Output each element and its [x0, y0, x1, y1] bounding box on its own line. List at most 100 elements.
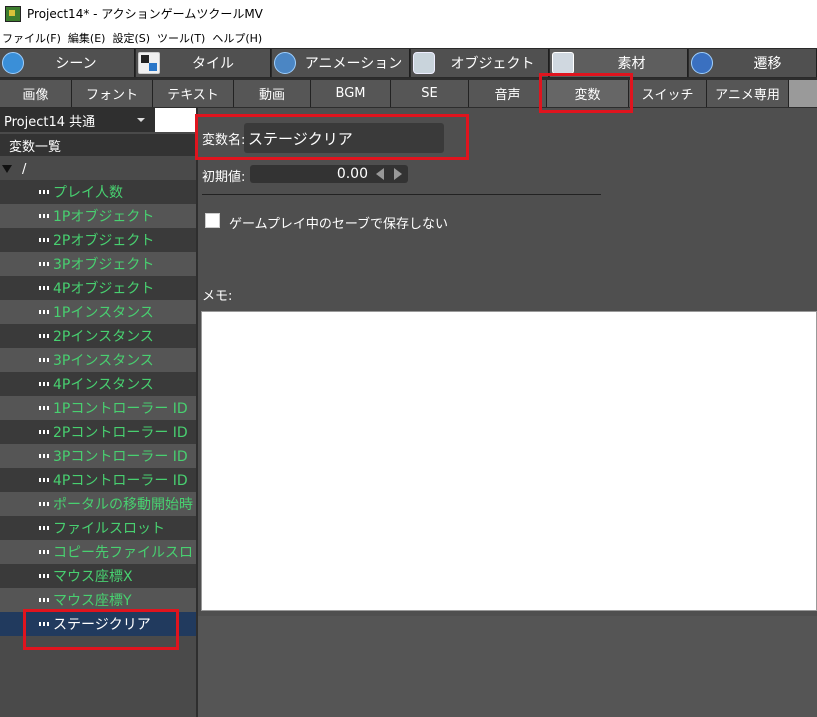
decrement-arrow-icon[interactable] — [376, 168, 384, 180]
variable-name: プレイ人数 — [53, 185, 123, 201]
variable-name: 1Pオブジェクト — [53, 209, 155, 225]
tab-variables[interactable]: 変数 — [547, 80, 629, 107]
increment-arrow-icon[interactable] — [394, 168, 402, 180]
variable-list-item[interactable]: 4Pコントローラー ID — [0, 468, 196, 492]
variable-name: マウス座標X — [53, 569, 133, 585]
variable-list-item[interactable]: コピー先ファイルスロ — [0, 540, 196, 564]
project-select[interactable]: Project14 共通 — [0, 108, 155, 132]
no-save-checkbox[interactable] — [205, 213, 220, 228]
variable-name: 2Pオブジェクト — [53, 233, 155, 249]
variable-name: 2Pコントローラー ID — [53, 425, 188, 441]
app-icon — [5, 5, 21, 22]
variable-list-item[interactable]: マウス座標Y — [0, 588, 196, 612]
variable-list-item[interactable]: 2Pオブジェクト — [0, 228, 196, 252]
variable-list-item[interactable]: 1Pコントローラー ID — [0, 396, 196, 420]
variable-list-item[interactable]: 3Pインスタンス — [0, 348, 196, 372]
variable-name: ファイルスロット — [53, 521, 165, 537]
menu-settings[interactable]: 設定(S) — [110, 30, 155, 46]
tab-animation[interactable]: アニメーション — [272, 49, 410, 77]
menu-bar: ファイル(F) 編集(E) 設定(S) ツール(T) ヘルプ(H) — [0, 27, 817, 48]
variable-list-item[interactable]: マウス座標X — [0, 564, 196, 588]
variable-icon — [39, 430, 49, 434]
variable-sidebar: Project14 共通 変数一覧 / プレイ人数 1Pオブジェクト 2Pオブジェク… — [0, 108, 198, 717]
variable-list: プレイ人数 1Pオブジェクト 2Pオブジェクト 3Pオブジェクト 4Pオブジェクト 1Pイ… — [0, 180, 196, 636]
title-bar: Project14* - アクションゲームツクールMV — [0, 0, 817, 27]
variable-name: 1Pコントローラー ID — [53, 401, 188, 417]
variable-list-header: 変数一覧 — [0, 134, 196, 156]
variable-detail-panel: 変数名: ステージクリア 初期値: 0.00 ゲームプレイ中のセーブで保存しない… — [198, 108, 817, 717]
variable-name: 3Pインスタンス — [53, 353, 154, 369]
initial-value-spinner[interactable]: 0.00 — [250, 165, 408, 183]
project-select-value: Project14 共通 — [4, 114, 96, 130]
variable-icon — [39, 574, 49, 578]
tab-scene[interactable]: シーン — [0, 49, 135, 77]
variable-name-label: 変数名: — [202, 133, 246, 148]
variable-name: 4Pコントローラー ID — [53, 473, 188, 489]
tree-root-label: / — [22, 161, 27, 177]
tab-material[interactable]: 素材 — [550, 49, 688, 77]
variable-name: 2Pインスタンス — [53, 329, 154, 345]
category-tab-bar: シーン タイル アニメーション オブジェクト 素材 遷移 — [0, 48, 817, 78]
variable-name: 4Pインスタンス — [53, 377, 154, 393]
menu-help[interactable]: ヘルプ(H) — [210, 30, 267, 46]
tab-voice[interactable]: 音声 — [469, 80, 547, 107]
variable-name-input[interactable]: ステージクリア — [244, 123, 444, 153]
variable-icon — [39, 310, 49, 314]
memo-textarea[interactable] — [201, 311, 817, 611]
tree-root-folder[interactable]: / — [0, 158, 196, 180]
variable-name: マウス座標Y — [53, 593, 132, 609]
variable-name: 3Pオブジェクト — [53, 257, 155, 273]
variable-icon — [39, 238, 49, 242]
variable-list-item[interactable]: 1Pインスタンス — [0, 300, 196, 324]
tab-transition[interactable]: 遷移 — [689, 49, 817, 77]
tab-font[interactable]: フォント — [72, 80, 153, 107]
variable-list-item[interactable]: 3Pオブジェクト — [0, 252, 196, 276]
menu-file[interactable]: ファイル(F) — [0, 30, 66, 46]
variable-name: 3Pコントローラー ID — [53, 449, 188, 465]
variable-list-item[interactable]: 1Pオブジェクト — [0, 204, 196, 228]
menu-tools[interactable]: ツール(T) — [155, 30, 210, 46]
variable-name: コピー先ファイルスロ — [53, 545, 193, 561]
variable-name: ポータルの移動開始時 — [53, 497, 193, 513]
chevron-down-icon — [137, 118, 145, 122]
variable-icon — [39, 382, 49, 386]
variable-list-item[interactable]: 4Pオブジェクト — [0, 276, 196, 300]
tab-object[interactable]: オブジェクト — [411, 49, 549, 77]
variable-list-item[interactable]: 2Pインスタンス — [0, 324, 196, 348]
variable-name: 4Pオブジェクト — [53, 281, 155, 297]
tab-switches[interactable]: スイッチ — [629, 80, 707, 107]
variable-icon — [39, 454, 49, 458]
variable-icon — [39, 190, 49, 194]
variable-list-item[interactable]: ポータルの移動開始時 — [0, 492, 196, 516]
tab-animation-only[interactable]: アニメ専用 — [707, 80, 789, 107]
variable-list-item[interactable]: ステージクリア — [0, 612, 196, 636]
section-divider — [202, 194, 601, 195]
variable-icon — [39, 550, 49, 554]
variable-list-item[interactable]: 4Pインスタンス — [0, 372, 196, 396]
variable-icon — [39, 598, 49, 602]
project-select-spacer — [155, 108, 196, 132]
no-save-label: ゲームプレイ中のセーブで保存しない — [229, 217, 449, 232]
variable-icon — [39, 406, 49, 410]
tab-bgm[interactable]: BGM — [311, 80, 391, 107]
expand-triangle-icon[interactable] — [2, 165, 12, 173]
variable-list-item[interactable]: 2Pコントローラー ID — [0, 420, 196, 444]
tab-movie[interactable]: 動画 — [234, 80, 311, 107]
variable-icon — [39, 262, 49, 266]
tab-se[interactable]: SE — [391, 80, 469, 107]
variable-name: ステージクリア — [53, 617, 151, 633]
menu-edit[interactable]: 編集(E) — [66, 30, 111, 46]
variable-list-item[interactable]: プレイ人数 — [0, 180, 196, 204]
bottom-panel — [198, 616, 817, 717]
variable-list-item[interactable]: ファイルスロット — [0, 516, 196, 540]
variable-icon — [39, 502, 49, 506]
tab-bar-filler — [789, 80, 817, 107]
tab-image[interactable]: 画像 — [0, 80, 72, 107]
variable-list-item[interactable]: 3Pコントローラー ID — [0, 444, 196, 468]
variable-icon — [39, 478, 49, 482]
tab-text[interactable]: テキスト — [153, 80, 234, 107]
tab-tile[interactable]: タイル — [136, 49, 271, 77]
material-sub-tab-bar: 画像 フォント テキスト 動画 BGM SE 音声 変数 スイッチ アニメ専用 — [0, 78, 817, 108]
window-title: Project14* - アクションゲームツクールMV — [27, 7, 263, 21]
initial-value-field[interactable]: 0.00 — [337, 165, 368, 183]
